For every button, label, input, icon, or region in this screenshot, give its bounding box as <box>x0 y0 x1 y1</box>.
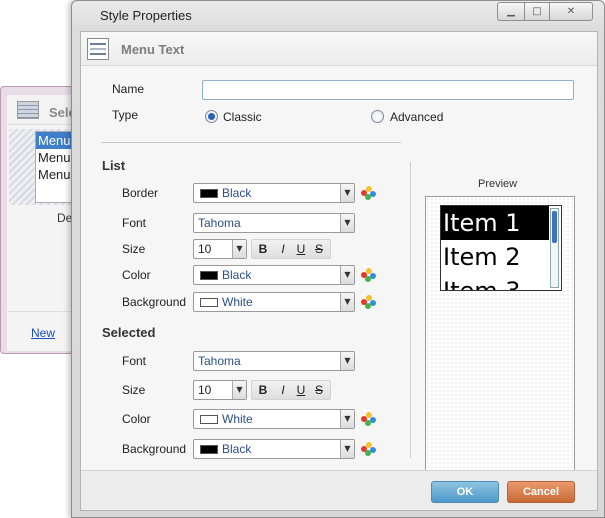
underline-button[interactable]: U <box>293 240 309 258</box>
selected-background-color-select[interactable]: Black ▼ <box>193 439 355 459</box>
color-picker-icon[interactable] <box>361 268 377 282</box>
preview-item: Item 1 <box>441 206 549 240</box>
selected-font-select[interactable]: Tahoma ▼ <box>193 351 355 371</box>
preview-label: Preview <box>478 178 518 190</box>
style-properties-dialog: Style Properties ▁ □ ✕ Menu Text Name Ty… <box>71 0 605 518</box>
selected-font-value: Tahoma <box>198 354 241 368</box>
selected-section-title: Selected <box>102 325 156 340</box>
dropdown-arrow-icon[interactable]: ▼ <box>340 352 354 370</box>
color-swatch <box>200 271 218 280</box>
preview-item: Item 2 <box>443 243 521 271</box>
background-window: Sele Menu1 Menu2 Menu3 Def New <box>0 86 81 354</box>
radio-classic[interactable] <box>205 110 218 123</box>
dropdown-arrow-icon[interactable]: ▼ <box>340 410 354 428</box>
cancel-button[interactable]: Cancel <box>507 481 575 503</box>
close-button[interactable]: ✕ <box>549 2 593 21</box>
preview-item: Item 3 <box>443 277 521 291</box>
size-label: Size <box>122 383 146 397</box>
bold-button[interactable]: B <box>255 381 271 399</box>
vertical-divider <box>410 162 411 458</box>
selected-size-select[interactable]: 10 ▼ <box>193 380 247 400</box>
selected-text-color-select[interactable]: White ▼ <box>193 409 355 429</box>
dropdown-arrow-icon[interactable]: ▼ <box>340 266 354 284</box>
strikethrough-button[interactable]: S <box>311 381 327 399</box>
font-select[interactable]: Tahoma ▼ <box>193 213 355 233</box>
dropdown-arrow-icon[interactable]: ▼ <box>340 214 354 232</box>
size-select[interactable]: 10 ▼ <box>193 239 247 259</box>
preview-list: Item 1 Item 2 Item 3 <box>440 205 562 291</box>
border-label: Border <box>122 186 159 200</box>
title-bar[interactable]: Style Properties ▁ □ ✕ <box>72 1 604 31</box>
size-label: Size <box>122 242 146 256</box>
color-swatch <box>200 189 218 198</box>
font-label: Font <box>122 354 147 368</box>
minimize-button[interactable]: ▁ <box>497 2 525 21</box>
color-picker-icon[interactable] <box>361 442 377 456</box>
list-item[interactable]: Menu1 <box>36 132 78 149</box>
color-label: Color <box>122 412 151 426</box>
underline-button[interactable]: U <box>293 381 309 399</box>
menu-text-icon <box>87 38 109 60</box>
dialog-body: Name Type Classic Advanced List Border B… <box>81 66 597 488</box>
background-color-select[interactable]: White ▼ <box>193 292 355 312</box>
color-label: Color <box>122 268 151 282</box>
header-title: Menu Text <box>121 42 185 57</box>
radio-advanced[interactable] <box>371 110 384 123</box>
selected-background-color-value: Black <box>222 442 252 456</box>
bold-button[interactable]: B <box>255 240 271 258</box>
color-swatch <box>200 298 218 307</box>
type-label: Type <box>112 108 139 122</box>
dropdown-arrow-icon[interactable]: ▼ <box>340 293 354 311</box>
strikethrough-button[interactable]: S <box>311 240 327 258</box>
preview-scrollbar <box>550 208 559 288</box>
dialog-client: Menu Text Name Type Classic Advanced Lis… <box>80 31 598 511</box>
scrollbar-thumb <box>552 211 557 243</box>
italic-button[interactable]: I <box>275 381 291 399</box>
bg-body: Menu1 Menu2 Menu3 Def <box>7 125 81 311</box>
radio-classic-label[interactable]: Classic <box>223 110 262 124</box>
color-picker-icon[interactable] <box>361 412 377 426</box>
bg-footer: New <box>7 311 81 351</box>
bg-header: Sele <box>7 95 81 125</box>
background-label: Background <box>122 442 187 456</box>
color-swatch <box>200 445 218 454</box>
dropdown-arrow-icon[interactable]: ▼ <box>340 440 354 458</box>
border-color-select[interactable]: Black ▼ <box>193 183 355 203</box>
name-label: Name <box>112 82 145 96</box>
dialog-header: Menu Text <box>81 32 597 66</box>
dropdown-arrow-icon[interactable]: ▼ <box>232 381 246 399</box>
name-input[interactable] <box>202 80 574 100</box>
preview-panel: Item 1 Item 2 Item 3 <box>425 196 575 488</box>
window-title: Style Properties <box>100 8 192 23</box>
menu-style-icon <box>17 101 39 119</box>
size-value: 10 <box>198 242 212 256</box>
border-color-value: Black <box>222 186 252 200</box>
new-link[interactable]: New <box>31 326 55 340</box>
background-color-value: White <box>222 295 253 309</box>
dialog-footer: OK Cancel <box>81 470 597 510</box>
italic-button[interactable]: I <box>275 240 291 258</box>
color-picker-icon[interactable] <box>361 295 377 309</box>
dropdown-arrow-icon[interactable]: ▼ <box>232 240 246 258</box>
color-swatch <box>200 415 218 424</box>
list-section-title: List <box>102 158 126 173</box>
ok-button[interactable]: OK <box>431 481 499 503</box>
maximize-button[interactable]: □ <box>524 2 550 21</box>
color-picker-icon[interactable] <box>361 186 377 200</box>
font-label: Font <box>122 216 147 230</box>
radio-advanced-label[interactable]: Advanced <box>390 110 443 124</box>
text-color-value: Black <box>222 268 252 282</box>
text-color-select[interactable]: Black ▼ <box>193 265 355 285</box>
divider <box>101 142 401 143</box>
selected-size-value: 10 <box>198 383 212 397</box>
background-label: Background <box>122 295 187 309</box>
font-value: Tahoma <box>198 216 241 230</box>
selected-text-color-value: White <box>222 412 253 426</box>
dropdown-arrow-icon[interactable]: ▼ <box>340 184 354 202</box>
